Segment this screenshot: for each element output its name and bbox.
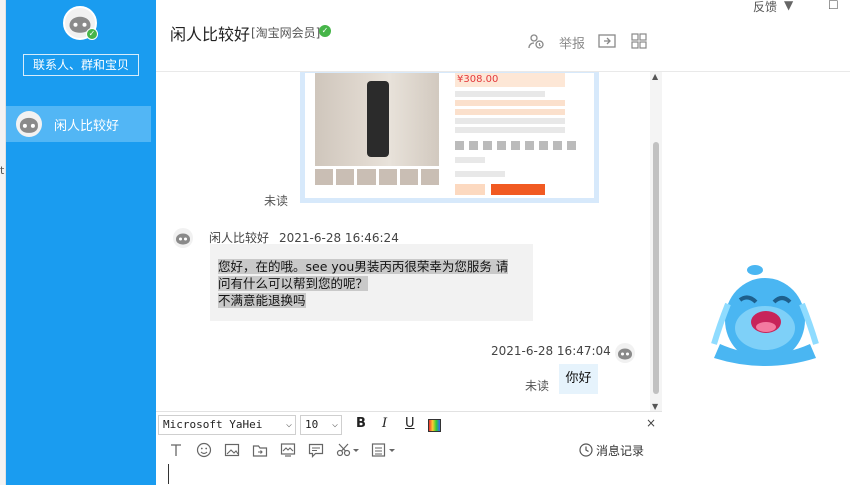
maximize-button[interactable]: ☐ <box>828 0 839 12</box>
contact-avatar <box>16 111 42 137</box>
user-avatar[interactable]: ✓ <box>63 6 98 40</box>
italic-button[interactable]: I <box>382 416 387 431</box>
image-icon[interactable] <box>224 442 240 462</box>
add-to-cart-button <box>455 184 485 195</box>
minimize-button[interactable]: ▼ <box>784 0 793 12</box>
apps-grid-icon[interactable] <box>631 33 647 53</box>
folder-icon[interactable] <box>252 442 268 462</box>
outgoing-message-time: 2021-6-28 16:47:04 <box>491 344 611 358</box>
member-tag: [淘宝网会员] <box>251 26 321 40</box>
contact-search-box[interactable]: 联系人、群和宝贝 <box>23 54 139 76</box>
message-list: ¥308.00 未读 闲人比较好 2021-6-28 16:46:24 您好，在的… <box>156 72 662 411</box>
outgoing-message-bubble: 你好 <box>559 364 598 394</box>
product-thumbnails <box>315 169 440 185</box>
user-info-icon[interactable] <box>528 33 544 53</box>
chat-scrollbar[interactable]: ▲ ▼ <box>650 72 662 411</box>
text-input-caret[interactable] <box>168 464 169 484</box>
chat-title: 闲人比较好 <box>170 25 251 44</box>
close-format-bar-button[interactable]: × <box>646 416 656 430</box>
sender-name: 闲人比较好 <box>209 231 270 245</box>
buy-now-button <box>491 184 545 195</box>
message-history-button[interactable]: 消息记录 <box>579 442 644 459</box>
chat-header: 闲人比较好 [淘宝网会员] ✓ 举报 反馈 ▼ ☐ <box>156 0 850 72</box>
more-tools-icon[interactable] <box>371 442 397 462</box>
verified-icon: ✓ <box>319 25 331 37</box>
sidebar-contact-item[interactable]: 闲人比较好 <box>6 106 151 142</box>
chat-window: t ✓ 联系人、群和宝贝 闲人比较好 闲人比较好 [淘宝网会员] ✓ 举报 反馈… <box>0 0 850 485</box>
emoji-icon[interactable] <box>196 442 212 462</box>
scrollbar-thumb[interactable] <box>653 142 659 394</box>
background-text-fragment: t <box>0 164 5 177</box>
scroll-up-arrow-icon[interactable]: ▲ <box>652 72 658 81</box>
unread-status: 未读 <box>264 194 289 208</box>
font-family-select[interactable]: Microsoft YaHei ⌵ <box>158 415 296 435</box>
product-info-line <box>455 157 485 163</box>
message-line: 您好，在的哦。see you男装丙丙很荣幸为您服务 请 <box>218 259 509 274</box>
product-info-line <box>455 100 565 106</box>
product-color-swatches <box>455 141 576 150</box>
message-input-area: Microsoft YaHei ⌵ 10 ⌵ B I U × 消息记录 <box>156 411 662 485</box>
message-line: 不满意能退换吗 <box>218 293 306 308</box>
font-size-value: 10 <box>305 418 319 431</box>
chevron-down-icon: ⌵ <box>285 419 292 430</box>
product-price: ¥308.00 <box>457 74 499 85</box>
product-info-line <box>455 171 505 177</box>
bold-button[interactable]: B <box>356 416 366 431</box>
font-family-value: Microsoft YaHei <box>163 418 263 431</box>
screenshot-scissors-icon[interactable] <box>336 442 360 462</box>
quick-reply-icon[interactable] <box>308 442 324 462</box>
underline-button[interactable]: U <box>405 416 415 431</box>
message-time: 2021-6-28 16:46:24 <box>279 231 399 245</box>
product-image <box>315 73 439 166</box>
message-history-label: 消息记录 <box>596 444 645 458</box>
crying-sticker-image <box>700 260 830 368</box>
online-check-icon: ✓ <box>86 28 98 40</box>
scroll-down-arrow-icon[interactable]: ▼ <box>652 402 658 411</box>
transfer-icon[interactable] <box>598 33 616 53</box>
text-format-icon[interactable] <box>168 442 184 462</box>
font-color-icon[interactable] <box>428 419 441 432</box>
sender-avatar[interactable] <box>173 228 193 248</box>
product-info-line <box>455 118 565 124</box>
message-line: 问有什么可以帮到您的呢？ <box>218 276 369 291</box>
product-info-line <box>455 127 565 133</box>
product-info-line <box>455 91 545 97</box>
feedback-button[interactable]: 反馈 <box>753 0 777 15</box>
product-info-line <box>455 109 565 115</box>
font-size-select[interactable]: 10 ⌵ <box>300 415 342 435</box>
incoming-message-bubble: 您好，在的哦。see you男装丙丙很荣幸为您服务 请 问有什么可以帮到您的呢？… <box>210 244 533 321</box>
outgoing-unread-status: 未读 <box>525 379 550 393</box>
product-card[interactable]: ¥308.00 <box>300 72 599 203</box>
chevron-down-icon: ⌵ <box>331 419 338 430</box>
sidebar: ✓ 联系人、群和宝贝 闲人比较好 <box>6 0 156 485</box>
contact-name: 闲人比较好 <box>54 118 120 134</box>
report-button[interactable]: 举报 <box>559 33 585 52</box>
screen-share-icon[interactable] <box>280 442 296 462</box>
my-avatar[interactable] <box>615 343 635 363</box>
